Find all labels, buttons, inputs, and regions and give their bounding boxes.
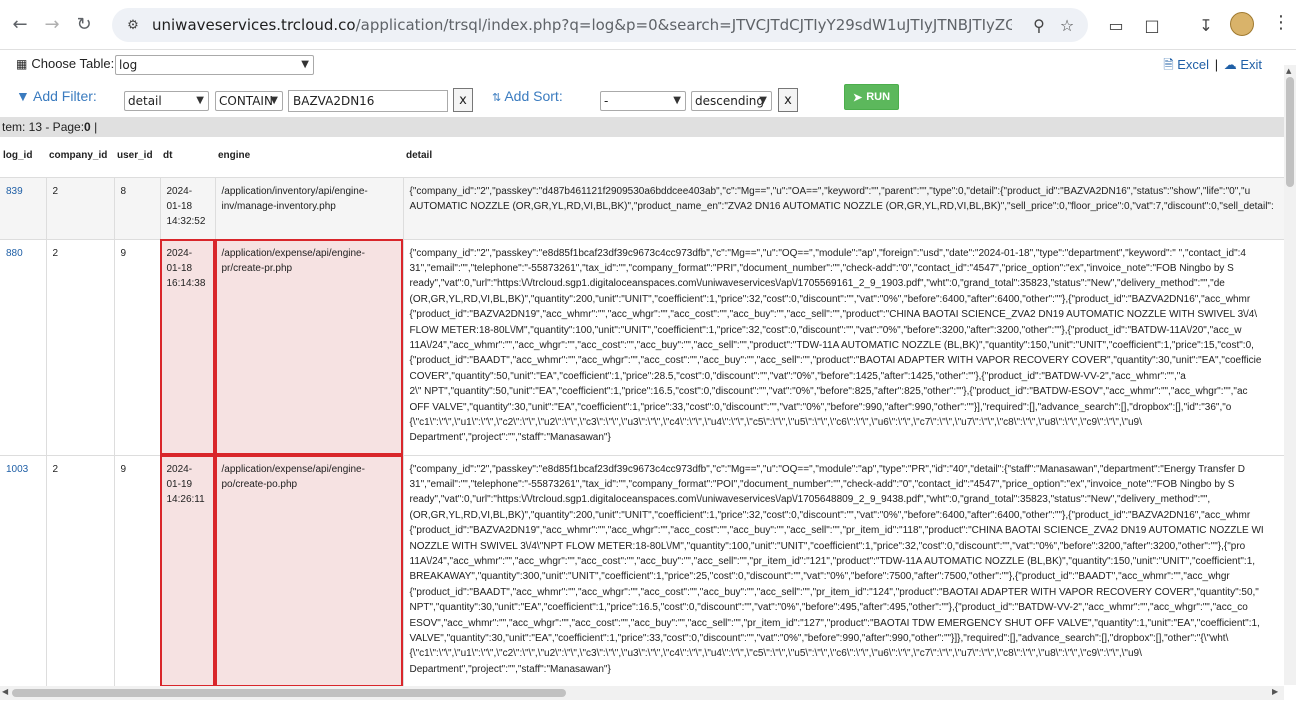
bookmark-star-icon[interactable]: ☆ [1056,14,1078,36]
chevron-down-icon: ▼ [270,95,278,106]
page-number: 0 [84,120,91,134]
log-id-link[interactable]: 839 [6,186,23,197]
vertical-scroll-thumb[interactable] [1286,77,1294,187]
sort-column-value: - [604,94,609,108]
sort-az-icon: ⇅ [492,92,502,104]
dt-cell-highlighted: 2024- 01-19 14:26:11 [160,455,216,687]
user-id-cell: 9 [114,239,161,456]
filter-operator-select[interactable]: CONTAIN ▼ [215,91,283,111]
add-filter-label: Add Filter: [32,88,97,104]
reload-icon[interactable]: ↻ [70,11,98,39]
horizontal-scrollbar[interactable]: ◀ ▶ [0,686,1284,700]
detail-cell: {"company_id":"2","passkey":"d487b461121… [403,177,1284,240]
choose-table-text: Choose Table: [31,56,115,71]
sort-column-select[interactable]: - ▼ [600,91,686,111]
engine-cell-highlighted: /application/expense/api/engine-pr/creat… [215,239,404,456]
scroll-left-arrow-icon[interactable]: ◀ [2,687,8,696]
log-id-cell: 839 [0,177,47,240]
table-icon: ▦ [16,57,28,71]
top-links: 🗎 Excel | ☁ Exit [1163,56,1262,78]
forward-arrow-icon[interactable]: → [38,11,66,39]
dt-cell-highlighted: 2024- 01-18 16:14:38 [160,239,216,456]
engine-cell: /application/inventory/api/engine-inv/ma… [215,177,404,240]
log-id-cell: 1003 [0,455,47,687]
filter-icon: ▼ [16,88,30,104]
zoom-icon[interactable]: ⚲ [1028,14,1050,36]
column-header-company-id[interactable]: company_id [46,137,114,178]
chevron-down-icon: ▼ [196,95,204,106]
column-header-engine[interactable]: engine [215,137,403,178]
column-header-user-id[interactable]: user_id [114,137,160,178]
log-id-cell: 880 [0,239,47,456]
table-row: 1003 2 9 2024- 01-19 14:26:11 /applicati… [0,455,1284,687]
add-filter-button[interactable]: ▼ Add Filter: [16,88,97,104]
table-chooser-row: ▦ Choose Table: log ▼ 🗎 Excel | ☁ Exit [0,50,1296,78]
filter-value-input[interactable]: BAZVA2DN16 [288,90,448,112]
table-select[interactable]: log ▼ [115,55,314,75]
run-label: RUN [866,91,891,103]
table-row: 839 2 8 2024- 01-18 14:32:52 /applicatio… [0,177,1284,240]
puzzle-extensions-icon[interactable]: □ [1140,13,1164,37]
filter-column-select[interactable]: detail ▼ [124,91,209,111]
column-header-log-id[interactable]: log_id [0,137,46,178]
address-bar[interactable]: ⚙ uniwaveservices.trcloud.co/application… [112,8,1088,42]
item-count-info: tem: 13 - Page:0 | [2,120,97,134]
chevron-down-icon: ▼ [759,95,767,106]
results-table-wrapper[interactable]: log_id company_id user_id dt engine deta… [0,137,1284,687]
download-icon[interactable]: ↧ [1194,13,1218,37]
menu-dots-icon[interactable]: ⋮ [1272,12,1290,38]
horizontal-scroll-thumb[interactable] [12,689,566,697]
choose-table-label: ▦ Choose Table: [16,56,114,71]
sort-order-select[interactable]: descending ▼ [691,91,772,111]
dt-cell: 2024- 01-18 14:32:52 [160,177,216,240]
log-id-link[interactable]: 880 [6,248,23,259]
excel-icon[interactable]: 🗎 [1163,57,1173,72]
chevron-down-icon: ▼ [673,95,681,106]
url-host: uniwaveservices.trcloud.co [152,16,356,34]
run-button[interactable]: ➤ RUN [844,84,899,110]
add-sort-button[interactable]: ⇅ Add Sort: [492,88,563,104]
table-row: 880 2 9 2024- 01-18 16:14:38 /applicatio… [0,239,1284,456]
chevron-down-icon: ▼ [301,59,309,70]
log-id-link[interactable]: 1003 [6,464,28,475]
table-header-row: log_id company_id user_id dt engine deta… [0,137,1284,178]
column-header-dt[interactable]: dt [160,137,215,178]
user-id-cell: 8 [114,177,161,240]
site-info-icon[interactable]: ⚙ [122,14,144,36]
exit-link[interactable]: Exit [1240,57,1262,72]
link-separator: | [1214,57,1219,72]
scroll-right-arrow-icon[interactable]: ▶ [1272,687,1278,696]
excel-link[interactable]: Excel [1177,57,1209,72]
cloud-icon[interactable]: ☁ [1224,57,1237,72]
app-container: ▦ Choose Table: log ▼ 🗎 Excel | ☁ Exit ▼ A… [0,50,1296,702]
company-id-cell: 2 [46,177,115,240]
back-arrow-icon[interactable]: ← [6,11,34,39]
extension-icon[interactable]: ▭ [1104,13,1128,37]
filter-column-value: detail [128,94,162,108]
add-sort-label: Add Sort: [504,88,563,104]
detail-cell: {"company_id":"2","passkey":"e8d85f1bcaf… [403,239,1284,456]
results-table: log_id company_id user_id dt engine deta… [0,137,1284,687]
send-icon: ➤ [852,91,863,104]
detail-cell: {"company_id":"2","passkey":"e8d85f1bcaf… [403,455,1284,687]
table-select-value: log [119,58,138,72]
company-id-cell: 2 [46,455,115,687]
url-path: /application/trsql/index.php?q=log&p=0&s… [355,16,1012,34]
scroll-up-arrow-icon[interactable]: ▲ [1286,67,1291,75]
remove-filter-button[interactable]: x [453,88,473,112]
user-id-cell: 9 [114,455,161,687]
engine-cell-highlighted: /application/expense/api/engine-po/creat… [215,455,404,687]
vertical-scrollbar[interactable]: ▲ [1284,65,1296,685]
item-count-text: tem: 13 - Page: [2,120,85,134]
column-header-detail[interactable]: detail [403,137,1284,178]
url-text[interactable]: uniwaveservices.trcloud.co/application/t… [152,16,1012,34]
browser-toolbar: ← → ↻ ⚙ uniwaveservices.trcloud.co/appli… [0,0,1296,50]
filter-operator-value: CONTAIN [219,94,273,108]
item-info-suffix: | [90,120,98,134]
profile-avatar[interactable] [1230,12,1254,36]
sort-order-value: descending [695,94,765,108]
remove-sort-button[interactable]: x [778,88,798,112]
company-id-cell: 2 [46,239,115,456]
info-band [0,117,1284,137]
